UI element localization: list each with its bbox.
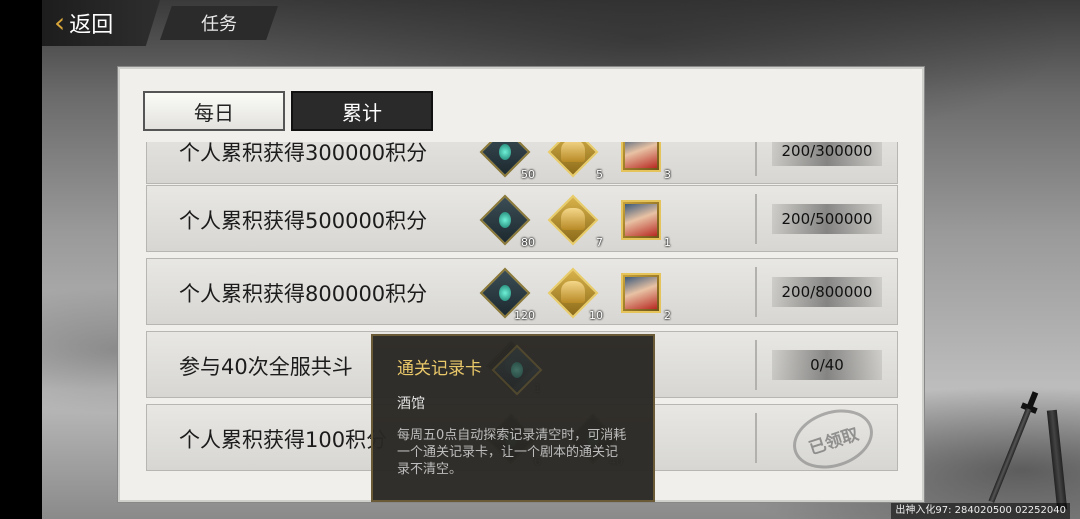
player-id-label: 出神入化97: 284020500 02252040 bbox=[891, 503, 1070, 519]
reward-count: 10 bbox=[589, 309, 603, 322]
task-description: 个人累积获得500000积分 bbox=[179, 208, 428, 233]
reward-count: 1 bbox=[664, 236, 671, 249]
emblem-icon[interactable]: 80 bbox=[479, 194, 535, 249]
screen-edge bbox=[0, 0, 42, 519]
claimed-stamp: 已领取 bbox=[785, 399, 881, 477]
emblem-icon[interactable]: 50 bbox=[479, 142, 535, 181]
task-description: 个人累积获得100积分 bbox=[179, 427, 388, 452]
divider bbox=[755, 194, 757, 244]
tab-daily-label: 每日 bbox=[194, 100, 234, 125]
hero-portrait-icon[interactable]: 1 bbox=[615, 194, 671, 249]
tooltip-description: 每周五0点自动探索记录清空时，可消耗一个通关记录卡，让一个剧本的通关记录不清空。 bbox=[397, 428, 627, 477]
tooltip-subtitle: 酒馆 bbox=[397, 396, 425, 412]
reward-count: 50 bbox=[521, 168, 535, 181]
task-description: 个人累积获得300000积分 bbox=[179, 142, 428, 165]
divider bbox=[755, 142, 757, 176]
bell-icon[interactable]: 10 bbox=[547, 267, 603, 322]
page-title-tab: 任务 bbox=[160, 6, 278, 40]
bell-icon[interactable]: 5 bbox=[547, 142, 603, 181]
divider bbox=[755, 413, 757, 463]
reward-count: 3 bbox=[664, 168, 671, 181]
emblem-icon[interactable]: 120 bbox=[479, 267, 535, 322]
pass-card-icon bbox=[491, 344, 543, 396]
task-description: 个人累积获得800000积分 bbox=[179, 281, 428, 306]
hero-portrait-icon[interactable]: 2 bbox=[615, 267, 671, 322]
hero-portrait-icon[interactable]: 3 bbox=[615, 142, 671, 181]
bell-icon[interactable]: 7 bbox=[547, 194, 603, 249]
task-row: 个人累积获得300000积分 50 5 3 200/300000 bbox=[146, 142, 898, 184]
task-row: 个人累积获得500000积分 80 7 1 200/500000 bbox=[146, 185, 898, 252]
progress-value: 200/300000 bbox=[772, 142, 882, 166]
task-description: 参与40次全服共斗 bbox=[179, 354, 353, 379]
tab-cumulative-label: 累计 bbox=[342, 100, 382, 125]
tab-daily[interactable]: 每日 bbox=[143, 91, 285, 131]
reward-count: 2 bbox=[664, 309, 671, 322]
page-title: 任务 bbox=[201, 14, 237, 35]
progress-value: 200/800000 bbox=[772, 277, 882, 307]
item-tooltip: 通关记录卡 酒馆 每周五0点自动探索记录清空时，可消耗一个通关记录卡，让一个剧本… bbox=[371, 334, 655, 502]
divider bbox=[755, 340, 757, 390]
task-row: 个人累积获得800000积分 120 10 2 200/800000 bbox=[146, 258, 898, 325]
chevron-left-icon: ‹ bbox=[54, 6, 66, 39]
reward-count: 120 bbox=[514, 309, 535, 322]
reward-count: 5 bbox=[596, 168, 603, 181]
reward-count: 7 bbox=[596, 236, 603, 249]
progress-value: 200/500000 bbox=[772, 204, 882, 234]
task-tabs: 每日 累计 bbox=[143, 91, 433, 131]
reward-count: 80 bbox=[521, 236, 535, 249]
back-button[interactable]: ‹ 返回 bbox=[42, 0, 160, 46]
back-label: 返回 bbox=[69, 13, 114, 38]
divider bbox=[755, 267, 757, 317]
progress-value: 0/40 bbox=[772, 350, 882, 380]
tab-cumulative[interactable]: 累计 bbox=[291, 91, 433, 131]
